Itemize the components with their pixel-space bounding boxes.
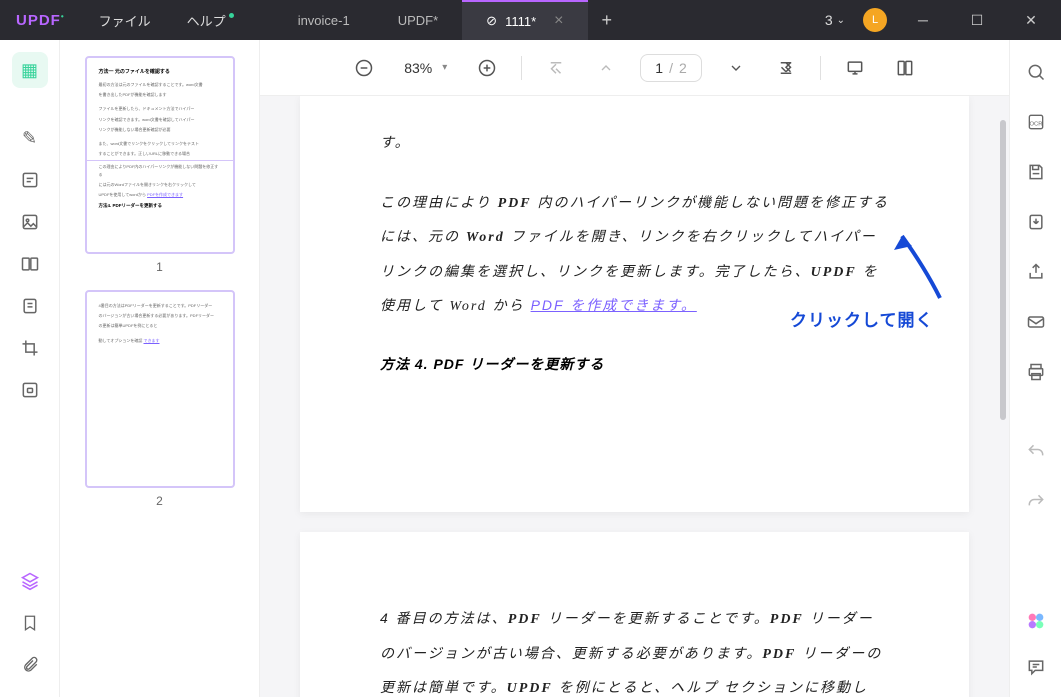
link-off-icon: ⊘ xyxy=(486,13,497,29)
crop-icon[interactable] xyxy=(12,330,48,366)
form-icon[interactable] xyxy=(12,288,48,324)
image-edit-icon[interactable] xyxy=(12,204,48,240)
save-icon[interactable] xyxy=(1020,156,1052,188)
menu-file[interactable]: ファイル xyxy=(81,11,169,30)
thumbnail-page-1[interactable]: 方法一 元のファイルを確認する 最初の方法は元のファイルを確認することです。wo… xyxy=(85,56,235,254)
pdf-page-2: 4 番目の方法は、PDF リーダーを更新することです。PDF リーダーのバージョ… xyxy=(300,532,969,697)
export-icon[interactable] xyxy=(1020,206,1052,238)
tab-bar: invoice-1 UPDF* ⊘ 1111* × + xyxy=(274,0,813,40)
hyperlink[interactable]: PDF を作成できます。 xyxy=(531,297,697,313)
thumbnail-label: 2 xyxy=(156,494,163,508)
first-page-button[interactable] xyxy=(540,52,572,84)
titlebar: UPDF• ファイル ヘルプ invoice-1 UPDF* ⊘ 1111* ×… xyxy=(0,0,1061,40)
ai-assistant-icon[interactable] xyxy=(1020,605,1052,637)
bookmark-icon[interactable] xyxy=(12,605,48,641)
highlight-icon[interactable]: ✎ xyxy=(12,120,48,156)
left-rail: ▦ ✎ xyxy=(0,40,60,697)
redo-icon[interactable] xyxy=(1020,486,1052,518)
text-edit-icon[interactable] xyxy=(12,162,48,198)
page-indicator[interactable]: 1 / 2 xyxy=(640,54,701,82)
attachment-icon[interactable] xyxy=(12,647,48,683)
protect-icon[interactable] xyxy=(12,372,48,408)
tab-1111[interactable]: ⊘ 1111* × xyxy=(462,0,587,40)
undo-icon[interactable] xyxy=(1020,436,1052,468)
tab-updf[interactable]: UPDF* xyxy=(374,0,462,40)
prev-page-button[interactable] xyxy=(590,52,622,84)
layers-icon[interactable] xyxy=(12,563,48,599)
scrollbar[interactable] xyxy=(1000,120,1006,420)
thumbnail-page-2[interactable]: 4番目の方法はPDFリーダーを更新することです。PDFリーダー のバージョンが古… xyxy=(85,290,235,488)
reader-mode-icon[interactable]: ▦ xyxy=(12,52,48,88)
app-logo: UPDF• xyxy=(0,12,81,29)
paragraph: この理由により PDF 内のハイパーリンクが機能しない問題を修正するには、元の … xyxy=(380,186,889,324)
maximize-button[interactable]: ☐ xyxy=(959,2,995,38)
presentation-icon[interactable] xyxy=(839,52,871,84)
text-fragment: す。 xyxy=(380,126,889,160)
document-viewport: 83%▾ 1 / 2 xyxy=(260,40,1009,697)
heading-method-4: 方法 4. PDF リーダーを更新する xyxy=(380,354,889,374)
print-icon[interactable] xyxy=(1020,356,1052,388)
tab-add-button[interactable]: + xyxy=(588,10,627,31)
view-toolbar: 83%▾ 1 / 2 xyxy=(260,40,1009,96)
last-page-button[interactable] xyxy=(770,52,802,84)
email-icon[interactable] xyxy=(1020,306,1052,338)
annotation-text: クリックして開く xyxy=(790,306,934,331)
svg-text:OCR: OCR xyxy=(1029,121,1042,127)
avatar[interactable]: L xyxy=(863,8,887,32)
thumbnail-label: 1 xyxy=(156,260,163,274)
zoom-out-button[interactable] xyxy=(348,52,380,84)
search-icon[interactable] xyxy=(1020,56,1052,88)
zoom-in-button[interactable] xyxy=(471,52,503,84)
page-organize-icon[interactable] xyxy=(12,246,48,282)
menu-help[interactable]: ヘルプ xyxy=(169,11,244,30)
pdf-page-1: す。 この理由により PDF 内のハイパーリンクが機能しない問題を修正するには、… xyxy=(300,96,969,512)
paragraph: 4 番目の方法は、PDF リーダーを更新することです。PDF リーダーのバージョ… xyxy=(380,602,889,697)
right-rail: OCR xyxy=(1009,40,1061,697)
close-icon[interactable]: × xyxy=(554,12,563,30)
tab-invoice[interactable]: invoice-1 xyxy=(274,0,374,40)
ocr-icon[interactable]: OCR xyxy=(1020,106,1052,138)
next-page-button[interactable] xyxy=(720,52,752,84)
close-button[interactable]: ✕ xyxy=(1013,2,1049,38)
share-icon[interactable] xyxy=(1020,256,1052,288)
open-docs-count[interactable]: 3⌄ xyxy=(825,12,845,28)
minimize-button[interactable]: ─ xyxy=(905,2,941,38)
document-scroll-area[interactable]: す。 この理由により PDF 内のハイパーリンクが機能しない問題を修正するには、… xyxy=(260,96,1009,697)
zoom-level[interactable]: 83%▾ xyxy=(398,60,453,76)
thumbnail-panel: 方法一 元のファイルを確認する 最初の方法は元のファイルを確認することです。wo… xyxy=(60,40,260,697)
layout-icon[interactable] xyxy=(889,52,921,84)
arrow-annotation xyxy=(890,228,950,313)
comment-icon[interactable] xyxy=(1020,651,1052,683)
